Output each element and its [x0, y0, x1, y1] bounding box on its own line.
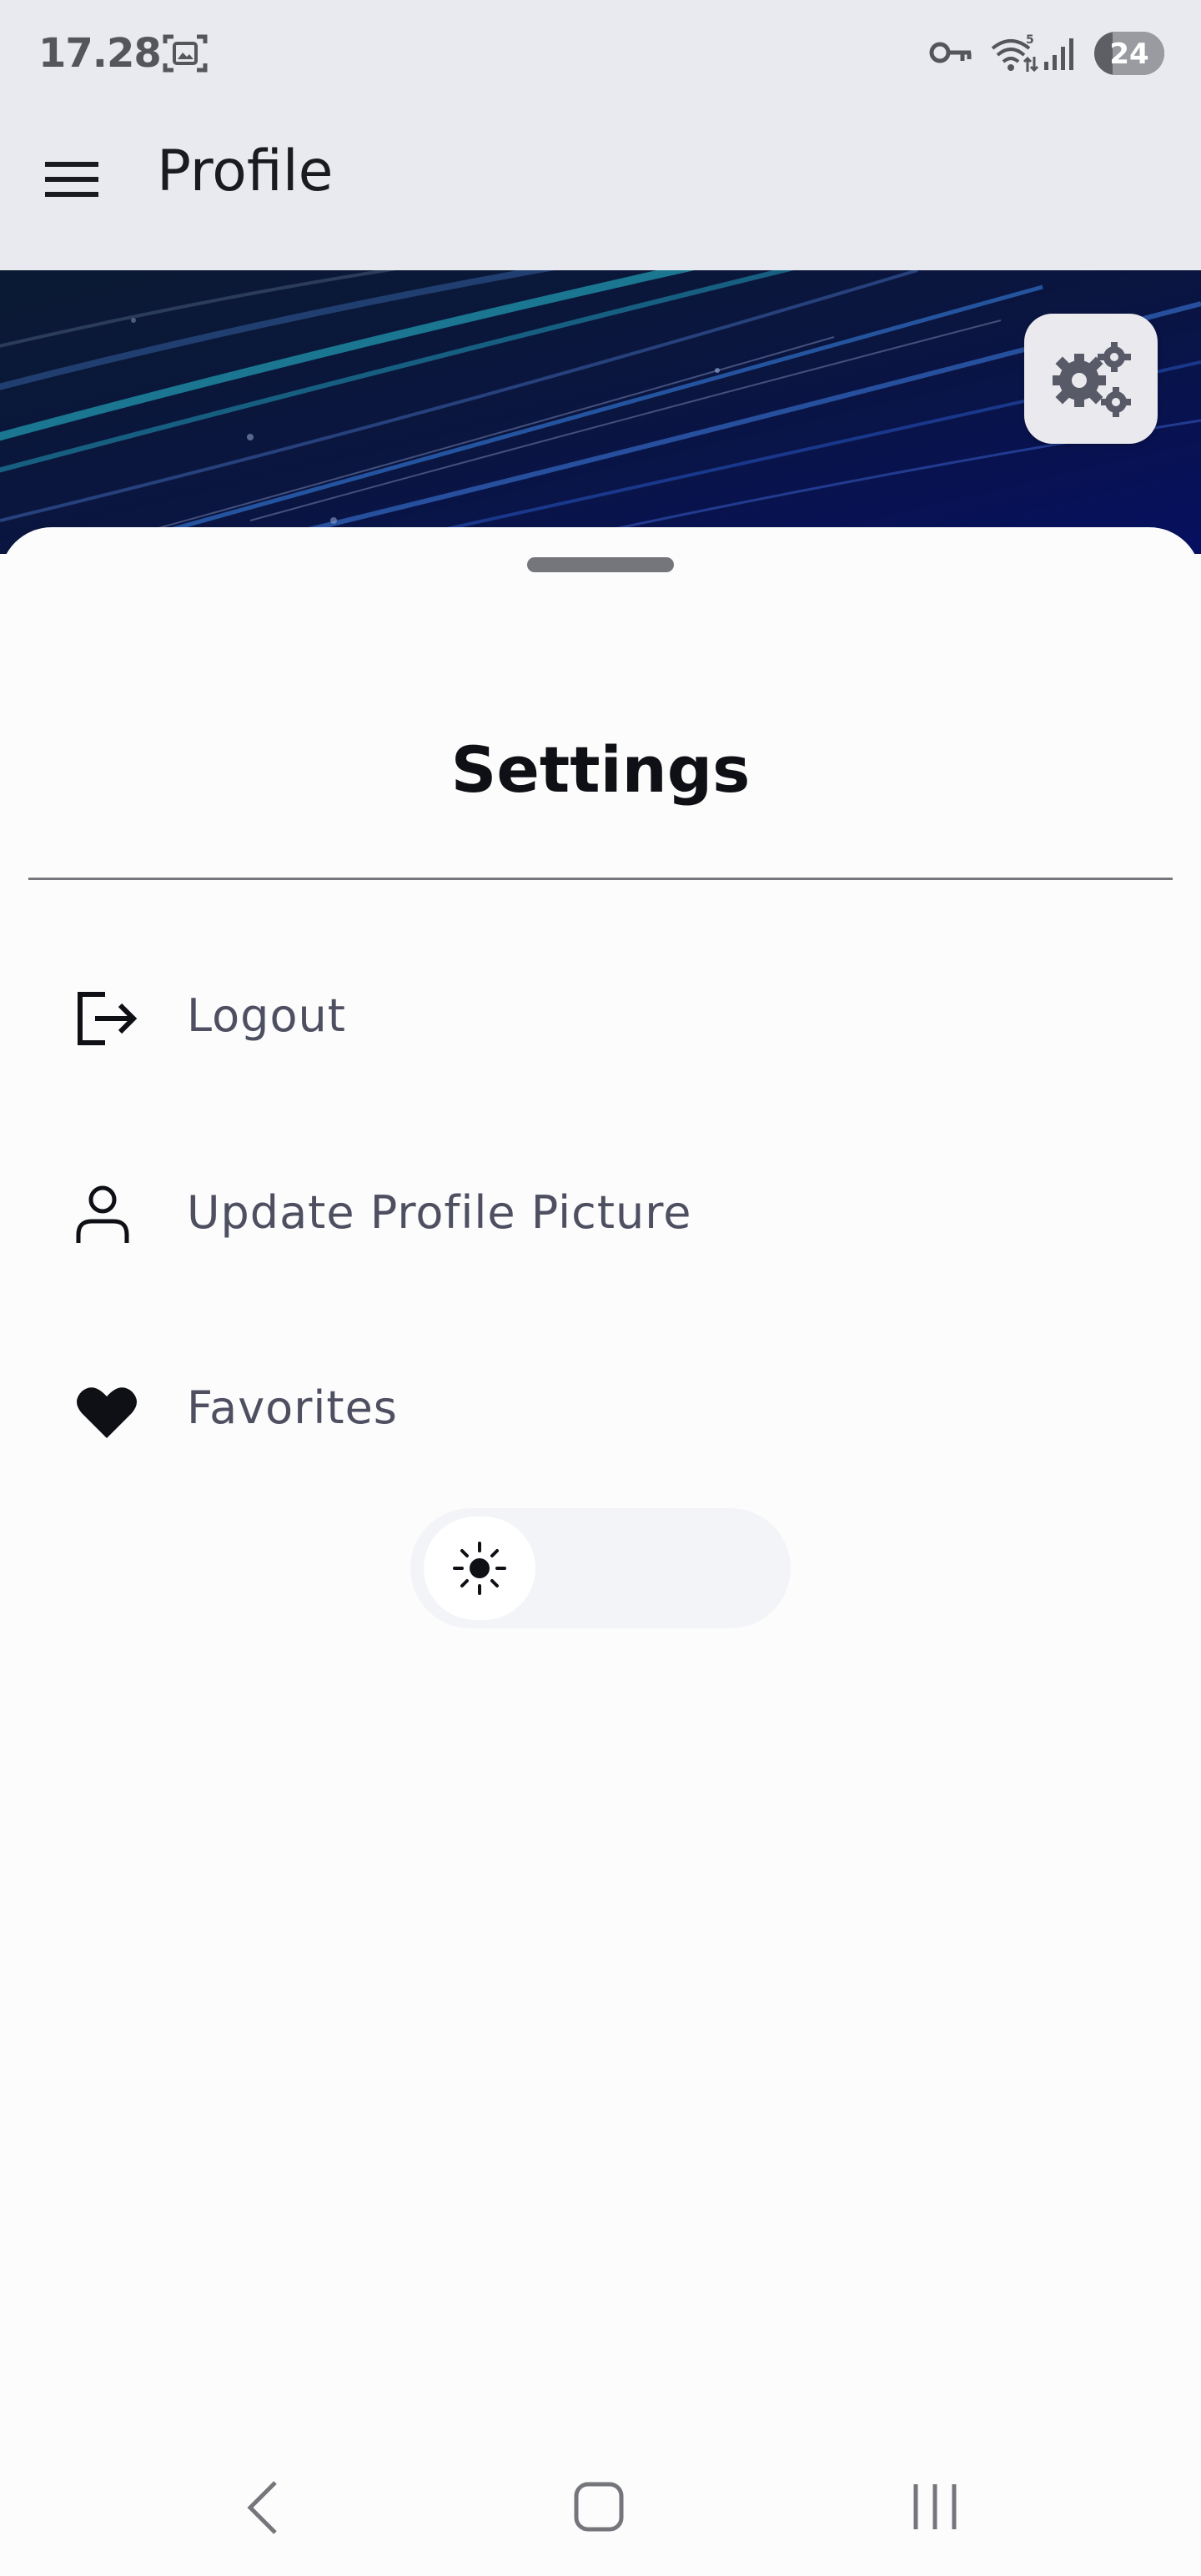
logout-item[interactable]: Logout — [0, 953, 1201, 1086]
page-title: Profile — [157, 138, 334, 204]
favorites-label: Favorites — [187, 1381, 398, 1434]
profile-banner-image — [0, 270, 1201, 554]
vpn-key-icon — [929, 38, 974, 70]
battery-icon: 24 — [1094, 32, 1164, 75]
back-icon[interactable] — [242, 2476, 284, 2543]
settings-button[interactable] — [1024, 314, 1158, 444]
app-bar: Profile — [0, 108, 1201, 270]
status-bar: 17.28 5 24 — [0, 0, 1201, 108]
svg-text:5: 5 — [1026, 33, 1034, 47]
update-profile-picture-item[interactable]: Update Profile Picture — [0, 1148, 1201, 1281]
update-profile-picture-label: Update Profile Picture — [187, 1186, 692, 1239]
home-icon[interactable] — [572, 2478, 626, 2539]
system-nav-bar — [0, 2443, 1201, 2576]
gears-icon — [1053, 342, 1131, 417]
divider — [28, 878, 1173, 880]
theme-toggle[interactable] — [410, 1508, 791, 1628]
favorites-item[interactable]: Favorites — [0, 1343, 1201, 1477]
menu-icon[interactable] — [43, 158, 102, 203]
signal-icon — [1043, 35, 1079, 75]
profile-screen: 17.28 5 24 Profile Settings Logout Updat… — [0, 0, 1201, 2576]
logout-icon — [75, 991, 138, 1049]
battery-level: 24 — [1109, 38, 1149, 71]
status-time: 17.28 — [38, 30, 162, 77]
heart-icon — [75, 1385, 138, 1443]
sheet-title: Settings — [450, 732, 751, 807]
screenshot-icon — [162, 32, 209, 78]
logout-label: Logout — [187, 989, 346, 1042]
toggle-knob[interactable] — [424, 1517, 535, 1620]
wifi-icon: 5 — [989, 33, 1039, 77]
drag-handle[interactable] — [527, 557, 674, 572]
sun-icon — [453, 1542, 506, 1595]
recents-icon[interactable] — [909, 2478, 961, 2539]
person-icon — [75, 1185, 130, 1248]
